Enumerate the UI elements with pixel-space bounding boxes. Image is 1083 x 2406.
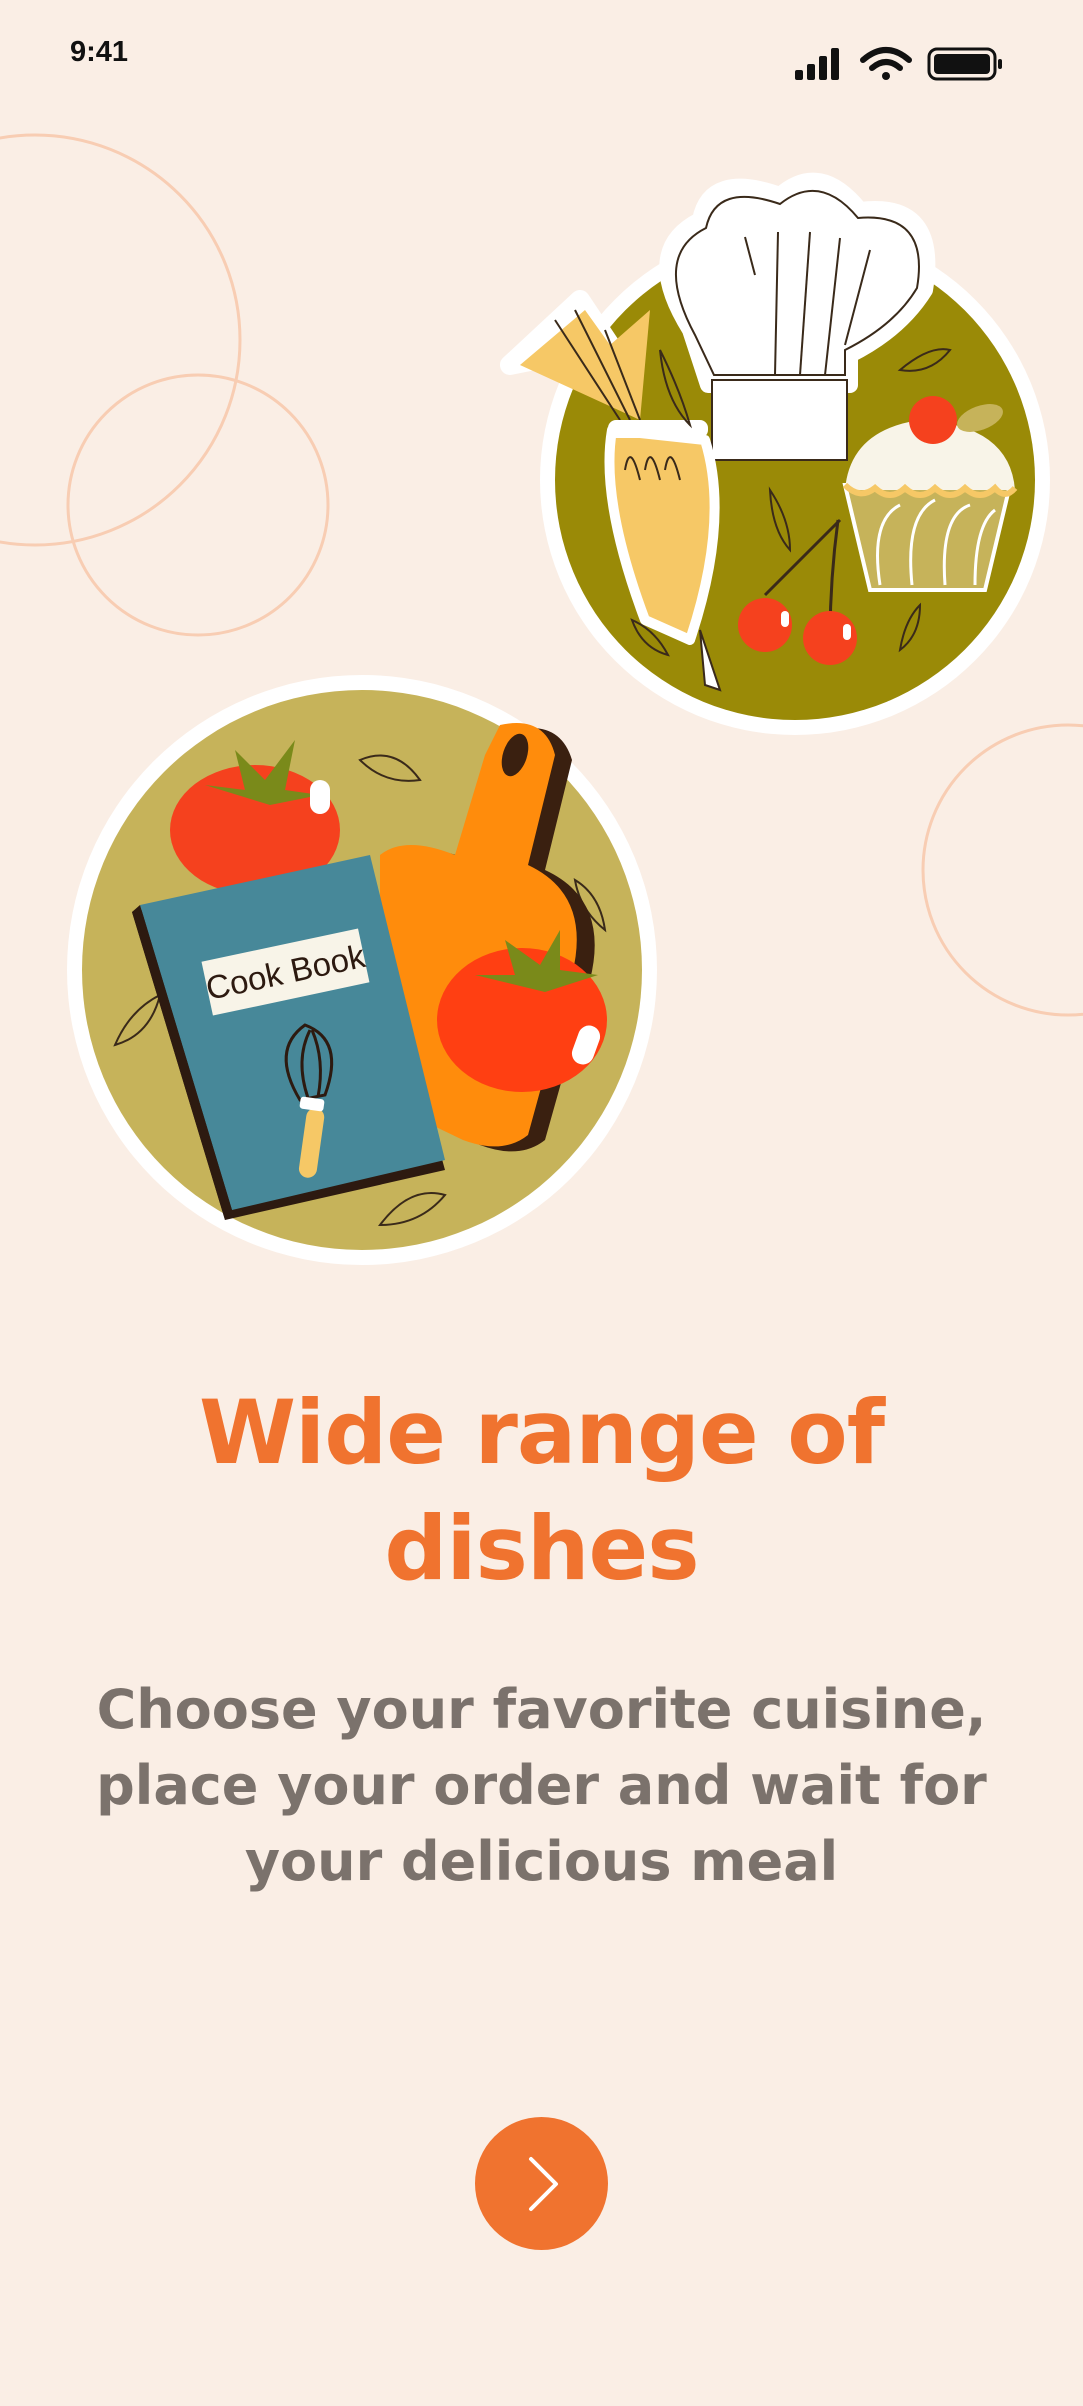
onboarding-headline: Wide range of dishes	[198, 1381, 885, 1600]
next-button[interactable]	[475, 2117, 608, 2250]
cookbook-plate-illustration: Cook Book	[67, 675, 657, 1265]
chevron-right-icon	[529, 2157, 558, 2211]
dessert-plate-illustration	[500, 172, 1050, 735]
food-illustration: Cook Book	[67, 172, 1050, 1265]
onboarding-subtitle: Choose your favorite cuisine, place your…	[96, 1678, 987, 1893]
